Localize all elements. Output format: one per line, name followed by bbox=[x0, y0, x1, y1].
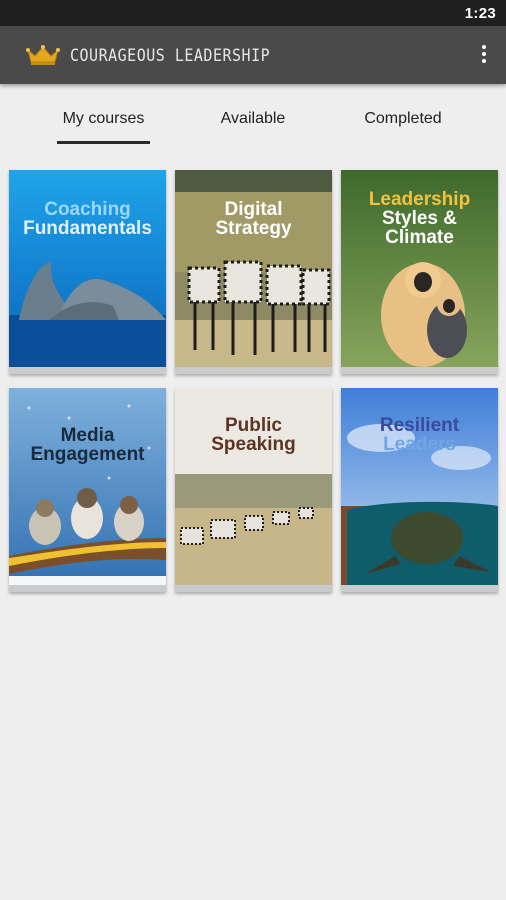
course-title: Digital Strategy bbox=[175, 200, 332, 238]
course-grid: Coaching Fundamentals Digital Strategy L… bbox=[0, 0, 506, 900]
course-title-line: Media bbox=[60, 425, 115, 446]
course-title: Coaching Fundamentals bbox=[9, 200, 166, 238]
course-card-public-speaking[interactable]: Public Speaking bbox=[175, 388, 332, 592]
course-title-line: Resilient bbox=[379, 415, 460, 436]
course-title-line: Fundamentals bbox=[23, 218, 152, 239]
course-title-line: Coaching bbox=[44, 199, 131, 220]
course-title: Leadership Styles & Climate bbox=[341, 190, 498, 247]
course-card-media-engagement[interactable]: Media Engagement bbox=[9, 388, 166, 592]
course-title: Resilient Leaders bbox=[341, 416, 498, 454]
course-card-leadership-styles-climate[interactable]: Leadership Styles & Climate bbox=[341, 170, 498, 374]
course-title-line: Strategy bbox=[215, 218, 292, 239]
course-title-line: Speaking bbox=[211, 434, 296, 455]
course-title-line: Leadership bbox=[368, 189, 471, 210]
course-card-coaching-fundamentals[interactable]: Coaching Fundamentals bbox=[9, 170, 166, 374]
course-title-line: Styles & bbox=[382, 208, 457, 229]
course-card-resilient-leaders[interactable]: Resilient Leaders bbox=[341, 388, 498, 592]
course-title-line: Public bbox=[224, 415, 282, 436]
course-title-line: Climate bbox=[385, 227, 454, 248]
course-title-line: Leaders bbox=[383, 434, 456, 455]
course-title: Public Speaking bbox=[175, 416, 332, 454]
course-title: Media Engagement bbox=[9, 426, 166, 464]
course-card-digital-strategy[interactable]: Digital Strategy bbox=[175, 170, 332, 374]
birds-image bbox=[9, 388, 166, 592]
course-title-line: Engagement bbox=[30, 444, 145, 465]
course-title-line: Digital bbox=[224, 199, 283, 220]
